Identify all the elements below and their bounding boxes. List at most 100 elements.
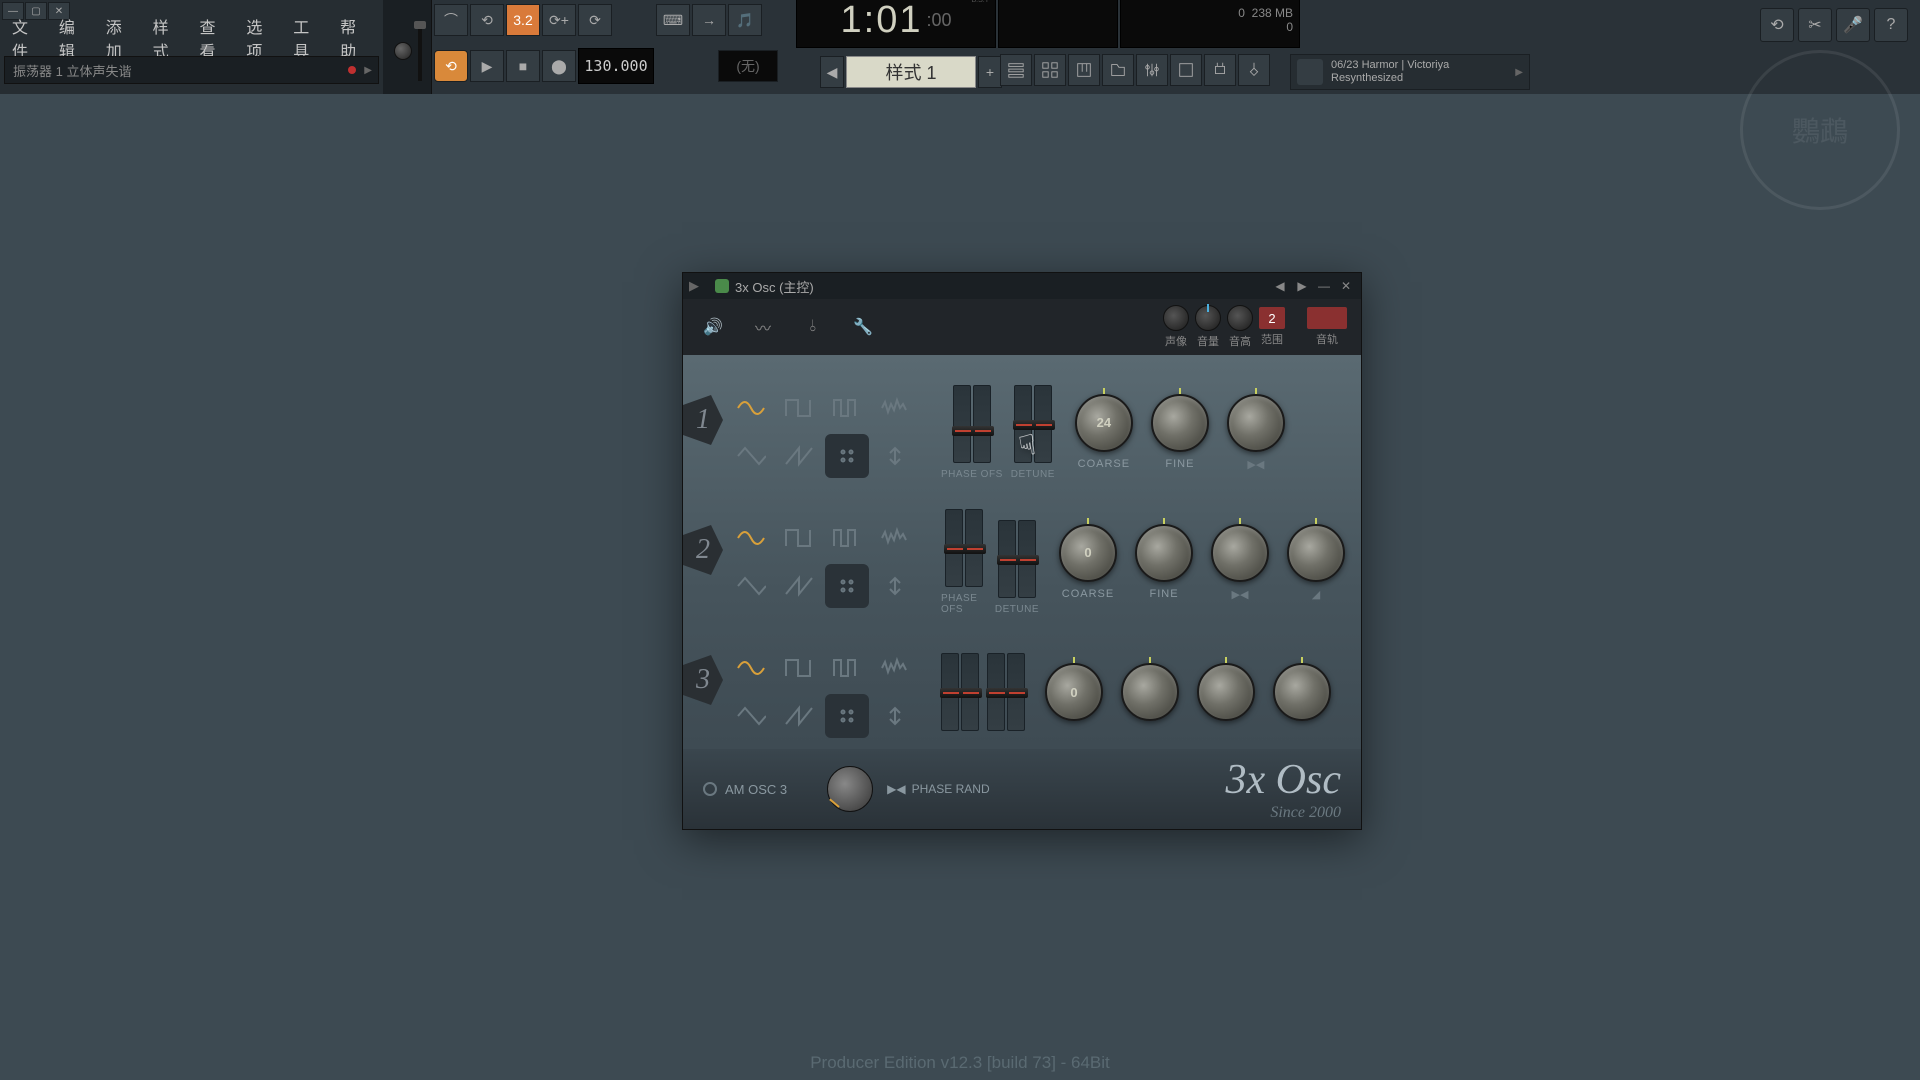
osc2-invert-button[interactable]: [873, 564, 917, 608]
osc1-random-button[interactable]: [825, 434, 869, 478]
view-6-button[interactable]: [1170, 54, 1202, 86]
snap-4-button[interactable]: ⟳+: [542, 4, 576, 36]
osc1-saw-button[interactable]: [777, 434, 821, 478]
osc2-coarse-knob[interactable]: 0: [1059, 524, 1117, 582]
onekey-rec-button[interactable]: 🎤: [1836, 8, 1870, 42]
osc1-fine-knob[interactable]: [1151, 394, 1209, 452]
osc2-saw-button[interactable]: [777, 564, 821, 608]
loop-mode-button[interactable]: ⟲: [434, 50, 468, 82]
osc1-sine-button[interactable]: [729, 386, 773, 430]
channel-track-display[interactable]: [1307, 307, 1347, 329]
typing-keyboard-button[interactable]: ⌨: [656, 4, 690, 36]
osc1-detune-slider-r[interactable]: [1034, 385, 1052, 463]
osc3-phase-slider-r[interactable]: [961, 653, 979, 731]
snap-1-button[interactable]: ⌒: [434, 4, 468, 36]
wait-input-button[interactable]: 🎵: [728, 4, 762, 36]
osc3-fine-knob[interactable]: [1121, 663, 1179, 721]
pattern-name-display[interactable]: 样式 1: [846, 56, 976, 88]
osc3-detune-slider-r[interactable]: [1007, 653, 1025, 731]
channel-waveform-icon[interactable]: 〰: [747, 311, 779, 343]
osc1-invert-button[interactable]: [873, 434, 917, 478]
news-next-icon[interactable]: ▶: [1515, 67, 1523, 78]
snap-5-button[interactable]: ⟳: [578, 4, 612, 36]
plugin-preset-icon[interactable]: [715, 279, 729, 293]
osc2-phase-slider-r[interactable]: [965, 509, 983, 587]
close-windows-button[interactable]: [1238, 54, 1270, 86]
channel-misc-icon[interactable]: 🔧: [847, 311, 879, 343]
record-button[interactable]: ⬤: [542, 50, 576, 82]
pattern-add-button[interactable]: +: [978, 56, 1002, 88]
time-display[interactable]: B:S:T 1:01 :00: [796, 0, 996, 48]
channel-envelope-icon[interactable]: ⫰: [797, 311, 829, 343]
osc2-square-button[interactable]: [777, 516, 821, 560]
plugin-picker-button[interactable]: [1204, 54, 1236, 86]
osc1-detune-slider-l[interactable]: [1014, 385, 1032, 463]
osc2-fine-knob[interactable]: [1135, 524, 1193, 582]
osc2-sine-button[interactable]: [729, 516, 773, 560]
osc3-triangle-button[interactable]: [729, 694, 773, 738]
osc3-random-button[interactable]: [825, 694, 869, 738]
osc3-detune-slider-l[interactable]: [987, 653, 1005, 731]
pattern-prev-button[interactable]: ◀: [820, 56, 844, 88]
channel-range-value[interactable]: 2: [1259, 307, 1285, 329]
channel-pitch-knob[interactable]: [1227, 305, 1253, 331]
osc2-noise1-button[interactable]: [873, 516, 917, 560]
snap-2-button[interactable]: ⟲: [470, 4, 504, 36]
osc2-level-knob[interactable]: [1287, 524, 1345, 582]
osc3-coarse-knob[interactable]: 0: [1045, 663, 1103, 721]
channel-volume-knob[interactable]: [1195, 305, 1221, 331]
osc3-pan-knob[interactable]: [1197, 663, 1255, 721]
preset-next-button[interactable]: ▶: [1293, 277, 1311, 295]
osc2-phase-slider-l[interactable]: [945, 509, 963, 587]
channel-mute-button[interactable]: 🔊: [697, 311, 729, 343]
osc3-square-button[interactable]: [777, 646, 821, 690]
pianoroll-button[interactable]: [1068, 54, 1100, 86]
am-osc-toggle[interactable]: AM OSC 3: [703, 782, 787, 797]
osc1-square-button[interactable]: [777, 386, 821, 430]
osc1-pan-knob[interactable]: [1227, 394, 1285, 452]
osc3-pulse-button[interactable]: [825, 646, 869, 690]
help-button[interactable]: ?: [1874, 8, 1908, 42]
news-panel[interactable]: 06/23 Harmor | Victoriya Resynthesized ▶: [1290, 54, 1530, 90]
playlist-button[interactable]: [1000, 54, 1032, 86]
channel-pan-knob[interactable]: [1163, 305, 1189, 331]
mixer-button[interactable]: [1136, 54, 1168, 86]
osc1-triangle-button[interactable]: [729, 434, 773, 478]
osc1-noise1-button[interactable]: [873, 386, 917, 430]
osc2-triangle-button[interactable]: [729, 564, 773, 608]
stepseq-button[interactable]: [1034, 54, 1066, 86]
osc2-pulse-button[interactable]: [825, 516, 869, 560]
snap-selector[interactable]: (无): [718, 50, 778, 82]
phase-rand-knob[interactable]: [827, 766, 873, 812]
osc3-noise1-button[interactable]: [873, 646, 917, 690]
plugin-menu-icon[interactable]: ▶: [689, 278, 699, 294]
plugin-titlebar[interactable]: ▶ 3x Osc (主控) ◀ ▶ — ✕: [683, 273, 1361, 299]
snap-3-button[interactable]: 3.2: [506, 4, 540, 36]
osc1-phase-slider-r[interactable]: [973, 385, 991, 463]
master-volume-knob[interactable]: [394, 42, 412, 60]
browser-button[interactable]: [1102, 54, 1134, 86]
master-pitch-slider[interactable]: [418, 21, 422, 81]
play-button[interactable]: ▶: [470, 50, 504, 82]
tempo-display[interactable]: 130.000: [578, 48, 654, 84]
osc2-pan-knob[interactable]: [1211, 524, 1269, 582]
plugin-close-button[interactable]: ✕: [1337, 277, 1355, 295]
undo-button[interactable]: ⟲: [1760, 8, 1794, 42]
plugin-minimize-button[interactable]: —: [1315, 277, 1333, 295]
osc3-saw-button[interactable]: [777, 694, 821, 738]
osc2-detune-slider-l[interactable]: [998, 520, 1016, 598]
stop-button[interactable]: ■: [506, 50, 540, 82]
osc3-level-knob[interactable]: [1273, 663, 1331, 721]
preset-prev-button[interactable]: ◀: [1271, 277, 1289, 295]
pan-label: 声像: [1165, 333, 1187, 349]
osc3-sine-button[interactable]: [729, 646, 773, 690]
osc2-random-button[interactable]: [825, 564, 869, 608]
osc3-invert-button[interactable]: [873, 694, 917, 738]
osc1-pulse-button[interactable]: [825, 386, 869, 430]
osc3-phase-slider-l[interactable]: [941, 653, 959, 731]
osc2-detune-slider-r[interactable]: [1018, 520, 1036, 598]
osc1-phase-slider-l[interactable]: [953, 385, 971, 463]
cut-button[interactable]: ✂: [1798, 8, 1832, 42]
metronome-button[interactable]: →: [692, 4, 726, 36]
osc1-coarse-knob[interactable]: 24: [1075, 394, 1133, 452]
